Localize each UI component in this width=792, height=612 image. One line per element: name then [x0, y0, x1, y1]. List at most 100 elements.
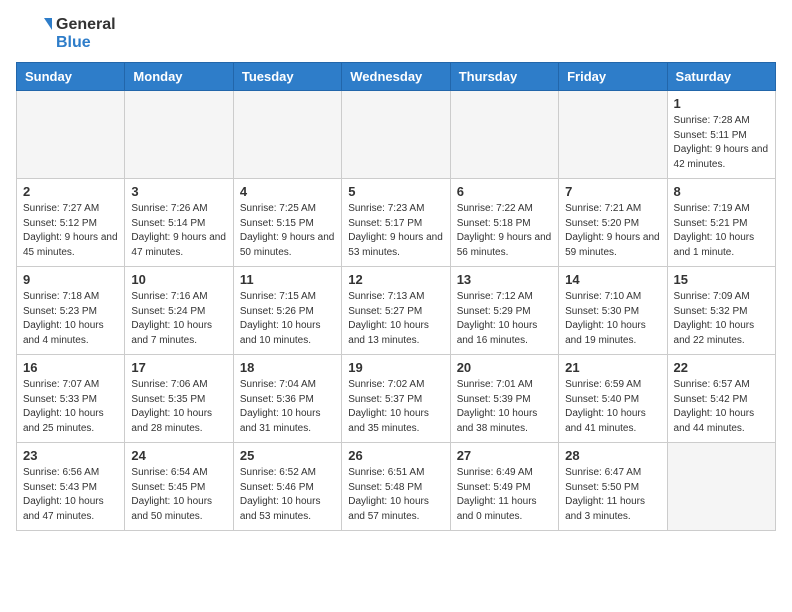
day-number: 8: [674, 184, 769, 199]
day-cell: 17 Sunrise: 7:06 AM Sunset: 5:35 PM Dayli…: [125, 355, 233, 443]
day-detail: Sunrise: 7:02 AM Sunset: 5:37 PM Dayligh…: [348, 378, 443, 436]
day-cell: 20 Sunrise: 7:01 AM Sunset: 5:39 PM Dayli…: [450, 355, 558, 443]
day-number: 13: [457, 272, 552, 287]
day-number: 20: [457, 360, 552, 375]
day-number: 28: [565, 448, 660, 463]
day-cell: 7 Sunrise: 7:21 AM Sunset: 5:20 PM Daylig…: [559, 179, 667, 267]
day-cell: 16 Sunrise: 7:07 AM Sunset: 5:33 PM Dayli…: [17, 355, 125, 443]
day-detail: Sunrise: 6:47 AM Sunset: 5:50 PM Dayligh…: [565, 466, 660, 524]
week-row-1: 1 Sunrise: 7:28 AM Sunset: 5:11 PM Daylig…: [17, 91, 776, 179]
col-header-thursday: Thursday: [450, 63, 558, 91]
day-cell: [233, 91, 341, 179]
day-cell: 26 Sunrise: 6:51 AM Sunset: 5:48 PM Dayli…: [342, 443, 450, 531]
day-cell: 1 Sunrise: 7:28 AM Sunset: 5:11 PM Daylig…: [667, 91, 775, 179]
day-detail: Sunrise: 7:04 AM Sunset: 5:36 PM Dayligh…: [240, 378, 335, 436]
day-detail: Sunrise: 7:21 AM Sunset: 5:20 PM Dayligh…: [565, 202, 660, 260]
day-cell: [450, 91, 558, 179]
day-number: 6: [457, 184, 552, 199]
day-detail: Sunrise: 7:09 AM Sunset: 5:32 PM Dayligh…: [674, 290, 769, 348]
day-number: 27: [457, 448, 552, 463]
day-number: 1: [674, 96, 769, 111]
day-number: 3: [131, 184, 226, 199]
day-detail: Sunrise: 6:49 AM Sunset: 5:49 PM Dayligh…: [457, 466, 552, 524]
day-cell: 25 Sunrise: 6:52 AM Sunset: 5:46 PM Dayli…: [233, 443, 341, 531]
day-detail: Sunrise: 6:52 AM Sunset: 5:46 PM Dayligh…: [240, 466, 335, 524]
day-cell: 14 Sunrise: 7:10 AM Sunset: 5:30 PM Dayli…: [559, 267, 667, 355]
day-detail: Sunrise: 6:51 AM Sunset: 5:48 PM Dayligh…: [348, 466, 443, 524]
day-detail: Sunrise: 7:10 AM Sunset: 5:30 PM Dayligh…: [565, 290, 660, 348]
day-number: 22: [674, 360, 769, 375]
day-number: 15: [674, 272, 769, 287]
day-number: 19: [348, 360, 443, 375]
logo-svg: [16, 16, 52, 52]
day-cell: 21 Sunrise: 6:59 AM Sunset: 5:40 PM Dayli…: [559, 355, 667, 443]
week-row-5: 23 Sunrise: 6:56 AM Sunset: 5:43 PM Dayli…: [17, 443, 776, 531]
week-row-2: 2Sunrise: 7:27 AM Sunset: 5:12 PM Daylig…: [17, 179, 776, 267]
page-header: General Blue: [16, 16, 776, 52]
day-detail: Sunrise: 7:12 AM Sunset: 5:29 PM Dayligh…: [457, 290, 552, 348]
day-number: 26: [348, 448, 443, 463]
day-cell: 4 Sunrise: 7:25 AM Sunset: 5:15 PM Daylig…: [233, 179, 341, 267]
day-detail: Sunrise: 7:25 AM Sunset: 5:15 PM Dayligh…: [240, 202, 335, 260]
day-number: 12: [348, 272, 443, 287]
day-detail: Sunrise: 6:59 AM Sunset: 5:40 PM Dayligh…: [565, 378, 660, 436]
day-detail: Sunrise: 7:19 AM Sunset: 5:21 PM Dayligh…: [674, 202, 769, 260]
day-number: 2: [23, 184, 118, 199]
day-cell: 3 Sunrise: 7:26 AM Sunset: 5:14 PM Daylig…: [125, 179, 233, 267]
day-cell: 15 Sunrise: 7:09 AM Sunset: 5:32 PM Dayli…: [667, 267, 775, 355]
day-cell: 19 Sunrise: 7:02 AM Sunset: 5:37 PM Dayli…: [342, 355, 450, 443]
day-detail: Sunrise: 7:13 AM Sunset: 5:27 PM Dayligh…: [348, 290, 443, 348]
day-cell: [342, 91, 450, 179]
day-cell: 12 Sunrise: 7:13 AM Sunset: 5:27 PM Dayli…: [342, 267, 450, 355]
day-number: 11: [240, 272, 335, 287]
day-cell: 9 Sunrise: 7:18 AM Sunset: 5:23 PM Daylig…: [17, 267, 125, 355]
day-cell: 11Sunrise: 7:15 AM Sunset: 5:26 PM Dayli…: [233, 267, 341, 355]
day-cell: 27 Sunrise: 6:49 AM Sunset: 5:49 PM Dayli…: [450, 443, 558, 531]
day-cell: [559, 91, 667, 179]
day-detail: Sunrise: 7:06 AM Sunset: 5:35 PM Dayligh…: [131, 378, 226, 436]
day-number: 4: [240, 184, 335, 199]
day-cell: 5Sunrise: 7:23 AM Sunset: 5:17 PM Daylig…: [342, 179, 450, 267]
logo: General Blue: [16, 16, 116, 52]
day-number: 25: [240, 448, 335, 463]
day-number: 23: [23, 448, 118, 463]
day-cell: [125, 91, 233, 179]
col-header-tuesday: Tuesday: [233, 63, 341, 91]
day-cell: 8 Sunrise: 7:19 AM Sunset: 5:21 PM Daylig…: [667, 179, 775, 267]
day-detail: Sunrise: 6:56 AM Sunset: 5:43 PM Dayligh…: [23, 466, 118, 524]
day-cell: 13 Sunrise: 7:12 AM Sunset: 5:29 PM Dayli…: [450, 267, 558, 355]
day-detail: Sunrise: 7:22 AM Sunset: 5:18 PM Dayligh…: [457, 202, 552, 260]
day-detail: Sunrise: 7:26 AM Sunset: 5:14 PM Dayligh…: [131, 202, 226, 260]
day-number: 18: [240, 360, 335, 375]
day-cell: 22 Sunrise: 6:57 AM Sunset: 5:42 PM Dayli…: [667, 355, 775, 443]
day-cell: 6 Sunrise: 7:22 AM Sunset: 5:18 PM Daylig…: [450, 179, 558, 267]
day-number: 16: [23, 360, 118, 375]
day-detail: Sunrise: 7:16 AM Sunset: 5:24 PM Dayligh…: [131, 290, 226, 348]
day-detail: Sunrise: 7:23 AM Sunset: 5:17 PM Dayligh…: [348, 202, 443, 260]
day-cell: 10 Sunrise: 7:16 AM Sunset: 5:24 PM Dayli…: [125, 267, 233, 355]
day-cell: 18 Sunrise: 7:04 AM Sunset: 5:36 PM Dayli…: [233, 355, 341, 443]
col-header-sunday: Sunday: [17, 63, 125, 91]
day-number: 9: [23, 272, 118, 287]
day-detail: Sunrise: 7:18 AM Sunset: 5:23 PM Dayligh…: [23, 290, 118, 348]
day-detail: Sunrise: 7:01 AM Sunset: 5:39 PM Dayligh…: [457, 378, 552, 436]
day-detail: Sunrise: 7:28 AM Sunset: 5:11 PM Dayligh…: [674, 114, 769, 172]
col-header-friday: Friday: [559, 63, 667, 91]
calendar-table: SundayMondayTuesdayWednesdayThursdayFrid…: [16, 62, 776, 531]
day-number: 24: [131, 448, 226, 463]
day-number: 17: [131, 360, 226, 375]
day-cell: 24 Sunrise: 6:54 AM Sunset: 5:45 PM Dayli…: [125, 443, 233, 531]
logo-general: General: [56, 16, 116, 34]
day-detail: Sunrise: 6:54 AM Sunset: 5:45 PM Dayligh…: [131, 466, 226, 524]
day-number: 14: [565, 272, 660, 287]
day-cell: [17, 91, 125, 179]
calendar-header-row: SundayMondayTuesdayWednesdayThursdayFrid…: [17, 63, 776, 91]
day-number: 10: [131, 272, 226, 287]
day-detail: Sunrise: 7:07 AM Sunset: 5:33 PM Dayligh…: [23, 378, 118, 436]
week-row-3: 9 Sunrise: 7:18 AM Sunset: 5:23 PM Daylig…: [17, 267, 776, 355]
day-number: 21: [565, 360, 660, 375]
day-number: 7: [565, 184, 660, 199]
day-cell: 28 Sunrise: 6:47 AM Sunset: 5:50 PM Dayli…: [559, 443, 667, 531]
day-detail: Sunrise: 6:57 AM Sunset: 5:42 PM Dayligh…: [674, 378, 769, 436]
col-header-saturday: Saturday: [667, 63, 775, 91]
